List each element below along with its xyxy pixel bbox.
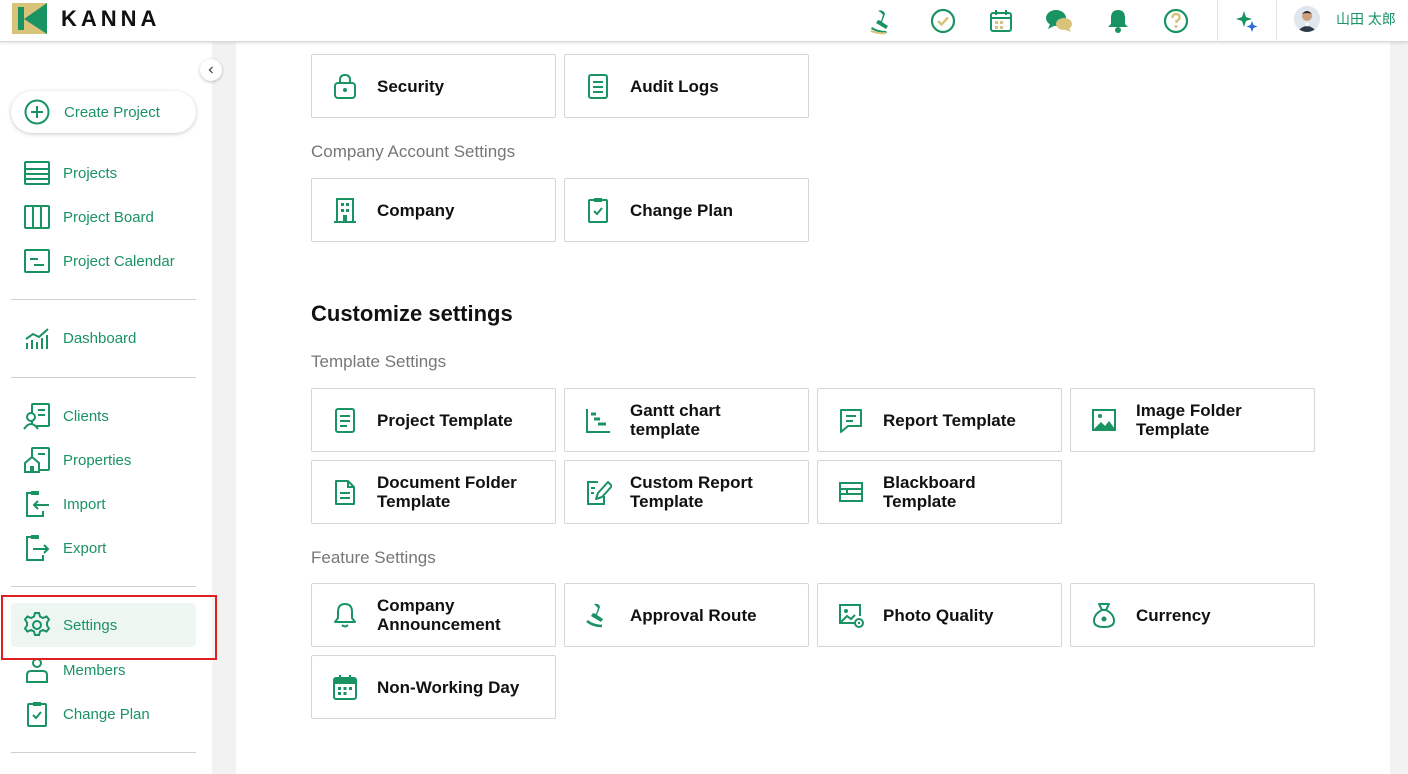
- gantt-icon: [583, 405, 613, 435]
- money-bag-icon: [1089, 600, 1119, 630]
- sidebar-divider: [11, 586, 196, 587]
- sidebar-divider: [11, 299, 196, 300]
- app-logo[interactable]: KANNA: [12, 3, 160, 34]
- blackboard-icon: [836, 477, 866, 507]
- clients-icon: [22, 401, 52, 431]
- document-icon: [330, 405, 360, 435]
- sidebar-item-import[interactable]: Import: [11, 484, 196, 524]
- change-plan-card[interactable]: Change Plan: [564, 178, 809, 242]
- sidebar-divider: [11, 377, 196, 378]
- non-working-day-card[interactable]: Non-Working Day: [311, 655, 556, 719]
- help-icon[interactable]: [1159, 4, 1193, 38]
- top-bar: KANNA 山田 太郎: [0, 0, 1408, 42]
- header-divider: [1217, 0, 1218, 42]
- list-icon: [22, 158, 52, 188]
- image-icon: [1089, 405, 1119, 435]
- clipboard-check-icon: [22, 699, 52, 729]
- feature-settings-label: Feature Settings: [311, 548, 436, 567]
- company-card[interactable]: Company: [311, 178, 556, 242]
- blackboard-template-card[interactable]: Blackboard Template: [817, 460, 1062, 524]
- app-name: KANNA: [61, 5, 161, 31]
- calendar-icon[interactable]: [984, 4, 1018, 38]
- project-template-card[interactable]: Project Template: [311, 388, 556, 452]
- image-folder-template-card[interactable]: Image Folder Template: [1070, 388, 1315, 452]
- selection-highlight: [1, 595, 217, 660]
- report-icon: [836, 405, 866, 435]
- custom-report-template-card[interactable]: Custom Report Template: [564, 460, 809, 524]
- lock-icon: [330, 71, 360, 101]
- document-folder-template-card[interactable]: Document Folder Template: [311, 460, 556, 524]
- stamp-icon[interactable]: [866, 4, 900, 38]
- sidebar-item-change-plan[interactable]: Change Plan: [11, 694, 196, 734]
- sidebar-item-clients[interactable]: Clients: [11, 396, 196, 436]
- check-circle-icon[interactable]: [926, 4, 960, 38]
- sidebar-collapse-button[interactable]: [200, 59, 222, 81]
- gantt-chart-template-card[interactable]: Gantt chart template: [564, 388, 809, 452]
- avatar: [1294, 6, 1320, 32]
- import-icon: [22, 489, 52, 519]
- create-project-button[interactable]: Create Project: [11, 91, 196, 133]
- bell-icon: [330, 600, 360, 630]
- chevron-left-icon: [208, 66, 213, 74]
- audit-logs-card[interactable]: Audit Logs: [564, 54, 809, 118]
- plus-circle-icon: [24, 99, 50, 125]
- kanna-logo-icon: [12, 3, 47, 34]
- board-icon: [22, 202, 52, 232]
- sidebar: Create Project Projects Project Board Pr…: [0, 42, 222, 774]
- sidebar-item-dashboard[interactable]: Dashboard: [11, 318, 196, 358]
- sparkle-icon[interactable]: [1230, 4, 1264, 38]
- company-announcement-card[interactable]: Company Announcement: [311, 583, 556, 647]
- photo-settings-icon: [836, 600, 866, 630]
- calendar-icon: [330, 672, 360, 702]
- document-icon: [583, 71, 613, 101]
- user-name: 山田 太郎: [1336, 11, 1396, 27]
- sidebar-item-projects[interactable]: Projects: [11, 153, 196, 193]
- user-menu[interactable]: 山田 太郎: [1294, 6, 1396, 32]
- approval-route-card[interactable]: Approval Route: [564, 583, 809, 647]
- customize-settings-heading: Customize settings: [311, 301, 513, 326]
- currency-card[interactable]: Currency: [1070, 583, 1315, 647]
- create-project-label: Create Project: [64, 103, 160, 121]
- edit-report-icon: [583, 477, 613, 507]
- report-template-card[interactable]: Report Template: [817, 388, 1062, 452]
- sidebar-item-export[interactable]: Export: [11, 528, 196, 568]
- house-icon: [22, 445, 52, 475]
- template-settings-label: Template Settings: [311, 352, 447, 371]
- clipboard-check-icon: [583, 195, 613, 225]
- photo-quality-card[interactable]: Photo Quality: [817, 583, 1062, 647]
- sidebar-divider: [11, 752, 196, 753]
- export-icon: [22, 533, 52, 563]
- settings-content: Security Audit Logs Company Account Sett…: [236, 42, 1390, 774]
- security-card[interactable]: Security: [311, 54, 556, 118]
- sidebar-item-project-board[interactable]: Project Board: [11, 197, 196, 237]
- sidebar-item-project-calendar[interactable]: Project Calendar: [11, 241, 196, 281]
- bell-icon[interactable]: [1101, 4, 1135, 38]
- header-divider: [1276, 0, 1277, 42]
- chat-icon[interactable]: [1042, 4, 1076, 38]
- file-icon: [330, 477, 360, 507]
- stamp-icon: [583, 600, 613, 630]
- chart-icon: [22, 323, 52, 353]
- company-account-settings-label: Company Account Settings: [311, 142, 516, 161]
- building-icon: [330, 195, 360, 225]
- sidebar-item-properties[interactable]: Properties: [11, 440, 196, 480]
- calendar-icon: [22, 246, 52, 276]
